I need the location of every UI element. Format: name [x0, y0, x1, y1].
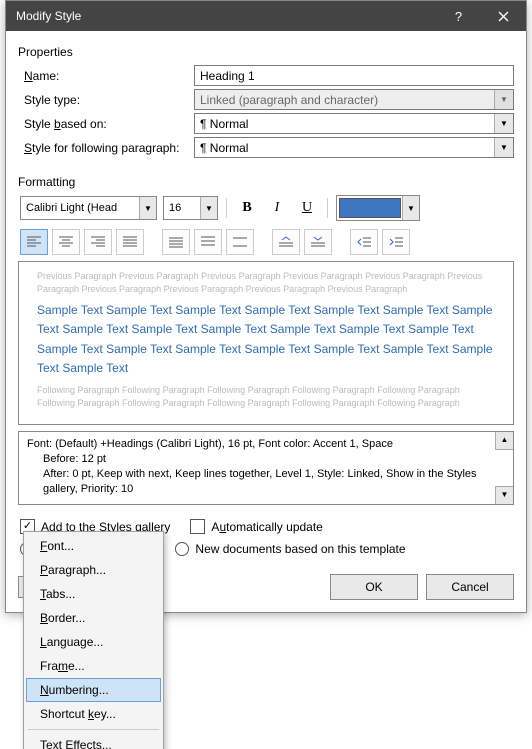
auto-update-label: Automatically update	[211, 520, 322, 534]
font-color-select[interactable]: ▼	[336, 195, 420, 221]
menu-tabs[interactable]: Tabs...	[26, 582, 161, 606]
spacing-15-icon	[201, 236, 215, 248]
line-spacing-15-button[interactable]	[194, 229, 222, 255]
space-before-inc-icon	[279, 236, 293, 248]
align-right-icon	[91, 236, 105, 248]
bold-button[interactable]: B	[235, 196, 259, 220]
menu-text-effects[interactable]: Text Effects...	[26, 733, 161, 749]
menu-paragraph[interactable]: Paragraph...	[26, 558, 161, 582]
paragraph-toolbar	[18, 229, 514, 255]
space-before-dec-icon	[311, 236, 325, 248]
line-spacing-2-button[interactable]	[226, 229, 254, 255]
chevron-down-icon[interactable]: ▼	[139, 197, 156, 219]
menu-border[interactable]: Border...	[26, 606, 161, 630]
auto-update-checkbox[interactable]	[190, 519, 205, 534]
font-name-select[interactable]: Calibri Light (Head ▼	[20, 196, 157, 220]
italic-button[interactable]: I	[265, 196, 289, 220]
desc-line-1: Font: (Default) +Headings (Calibri Light…	[27, 437, 505, 452]
following-label: Style for following paragraph:	[18, 141, 194, 155]
ok-button[interactable]: OK	[330, 574, 418, 600]
preview-sample-text: Sample Text Sample Text Sample Text Samp…	[37, 301, 495, 378]
line-spacing-1-button[interactable]	[162, 229, 190, 255]
align-right-button[interactable]	[84, 229, 112, 255]
new-docs-label: New documents based on this template	[195, 542, 405, 556]
modify-style-dialog: Modify Style ? Properties Name: Heading …	[5, 0, 527, 613]
spacing-2-icon	[233, 236, 247, 248]
help-button[interactable]: ?	[436, 1, 481, 31]
align-center-icon	[59, 236, 73, 248]
menu-language[interactable]: Language...	[26, 630, 161, 654]
scroll-up-button[interactable]: ▲	[495, 432, 513, 450]
preview-pane: Previous Paragraph Previous Paragraph Pr…	[18, 261, 514, 425]
new-docs-radio[interactable]	[175, 542, 189, 556]
preview-prev-para: Previous Paragraph Previous Paragraph Pr…	[37, 270, 495, 295]
desc-line-2: Before: 12 pt	[27, 452, 505, 467]
scroll-down-button[interactable]: ▼	[495, 486, 513, 504]
align-justify-icon	[123, 236, 137, 248]
preview-next-para: Following Paragraph Following Paragraph …	[37, 384, 495, 409]
name-input[interactable]: Heading 1	[194, 65, 514, 86]
close-icon	[498, 11, 509, 22]
dialog-title: Modify Style	[16, 9, 436, 23]
format-dropdown-menu: Font... Paragraph... Tabs... Border... L…	[23, 531, 164, 749]
close-button[interactable]	[481, 1, 526, 31]
style-type-label: Style type:	[18, 93, 194, 107]
menu-frame[interactable]: Frame...	[26, 654, 161, 678]
font-toolbar: Calibri Light (Head ▼ 16 ▼ B I U ▼	[18, 195, 514, 221]
chevron-down-icon[interactable]: ▼	[402, 196, 419, 220]
spacing-1-icon	[169, 236, 183, 248]
indent-dec-icon	[357, 236, 371, 248]
space-before-dec-button[interactable]	[304, 229, 332, 255]
following-select[interactable]: ¶ Normal ▼	[194, 137, 514, 158]
chevron-down-icon[interactable]: ▼	[200, 197, 217, 219]
menu-separator	[28, 729, 159, 730]
desc-line-3: After: 0 pt, Keep with next, Keep lines …	[27, 467, 505, 497]
based-on-select[interactable]: ¶ Normal ▼	[194, 113, 514, 134]
indent-decrease-button[interactable]	[350, 229, 378, 255]
titlebar: Modify Style ?	[6, 1, 526, 31]
menu-font[interactable]: Font...	[26, 534, 161, 558]
properties-heading: Properties	[18, 45, 514, 59]
chevron-down-icon[interactable]: ▼	[494, 138, 513, 157]
align-justify-button[interactable]	[116, 229, 144, 255]
align-center-button[interactable]	[52, 229, 80, 255]
name-label: Name:	[18, 69, 194, 83]
style-description: Font: (Default) +Headings (Calibri Light…	[18, 431, 514, 505]
menu-shortcut[interactable]: Shortcut key...	[26, 702, 161, 726]
indent-increase-button[interactable]	[382, 229, 410, 255]
chevron-down-icon[interactable]: ▼	[494, 114, 513, 133]
formatting-heading: Formatting	[18, 175, 514, 189]
align-left-icon	[27, 236, 41, 248]
color-swatch	[339, 198, 401, 218]
cancel-button[interactable]: Cancel	[426, 574, 514, 600]
style-type-select: Linked (paragraph and character) ▼	[194, 89, 514, 110]
menu-numbering[interactable]: Numbering...	[26, 678, 161, 702]
based-on-label: Style based on:	[18, 117, 194, 131]
space-before-inc-button[interactable]	[272, 229, 300, 255]
font-size-select[interactable]: 16 ▼	[163, 196, 218, 220]
indent-inc-icon	[389, 236, 403, 248]
chevron-down-icon: ▼	[494, 90, 513, 109]
underline-button[interactable]: U	[295, 196, 319, 220]
align-left-button[interactable]	[20, 229, 48, 255]
